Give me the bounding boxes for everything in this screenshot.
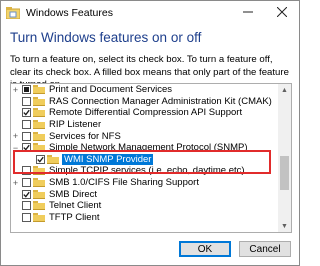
- collapse-icon[interactable]: −: [11, 143, 20, 153]
- close-icon: [276, 6, 288, 20]
- folder-icon: [33, 120, 45, 130]
- feature-label: Telnet Client: [49, 200, 102, 212]
- feature-child-row[interactable]: WMI SNMP Provider: [11, 153, 278, 166]
- page-heading: Turn Windows features on or off: [10, 30, 202, 45]
- feature-checkbox[interactable]: [22, 85, 31, 95]
- folder-icon: [33, 201, 45, 211]
- feature-label: SMB 1.0/CIFS File Sharing Support: [49, 177, 199, 189]
- folder-icon: [33, 131, 45, 141]
- ok-button[interactable]: OK: [179, 241, 231, 257]
- feature-row[interactable]: − Simple Network Management Protocol (SNM…: [11, 142, 278, 154]
- feature-label: Services for NFS: [49, 130, 121, 142]
- feature-checkbox[interactable]: [22, 178, 31, 188]
- minimize-button[interactable]: [231, 1, 265, 25]
- feature-label: WMI SNMP Provider: [62, 153, 154, 165]
- features-tree[interactable]: + Print and Document Services RAS Connecti…: [10, 83, 292, 233]
- folder-icon: [33, 85, 45, 95]
- feature-checkbox[interactable]: [36, 154, 45, 164]
- feature-label: Simple Network Management Protocol (SNMP…: [49, 142, 248, 154]
- feature-row[interactable]: TFTP Client: [11, 212, 278, 224]
- folder-icon: [33, 189, 45, 199]
- windows-features-dialog: Windows Features Turn Windows features o…: [0, 0, 300, 266]
- folder-icon: [33, 143, 45, 153]
- feature-row[interactable]: + Print and Document Services: [11, 84, 278, 96]
- feature-label: TFTP Client: [49, 211, 100, 223]
- feature-row[interactable]: SMB Direct: [11, 188, 278, 200]
- scroll-down-arrow-icon[interactable]: ▼: [278, 220, 291, 232]
- feature-checkbox[interactable]: [22, 131, 31, 141]
- feature-checkbox[interactable]: [22, 96, 31, 106]
- window-title: Windows Features: [26, 7, 113, 19]
- feature-row[interactable]: + SMB 1.0/CIFS File Sharing Support: [11, 177, 278, 189]
- expand-icon[interactable]: +: [11, 85, 20, 95]
- folder-icon: [33, 212, 45, 222]
- feature-row[interactable]: RIP Listener: [11, 119, 278, 131]
- title-bar[interactable]: Windows Features: [1, 1, 299, 25]
- feature-checkbox[interactable]: [22, 166, 31, 176]
- window-controls: [231, 1, 299, 25]
- feature-label: Print and Document Services: [49, 84, 173, 96]
- features-list: + Print and Document Services RAS Connecti…: [11, 84, 278, 223]
- close-button[interactable]: [265, 1, 299, 25]
- feature-row[interactable]: Remote Differential Compression API Supp…: [11, 107, 278, 119]
- feature-checkbox[interactable]: [22, 120, 31, 130]
- cancel-button[interactable]: Cancel: [239, 241, 291, 257]
- scroll-up-arrow-icon[interactable]: ▲: [278, 84, 291, 96]
- feature-label: RIP Listener: [49, 119, 102, 131]
- folder-icon: [33, 96, 45, 106]
- expand-icon[interactable]: +: [11, 178, 20, 188]
- expand-icon[interactable]: +: [11, 131, 20, 141]
- feature-checkbox[interactable]: [22, 189, 31, 199]
- folder-icon: [33, 178, 45, 188]
- feature-label: Simple TCPIP services (i.e. echo, daytim…: [49, 165, 245, 177]
- feature-checkbox[interactable]: [22, 108, 31, 118]
- feature-label: SMB Direct: [49, 188, 98, 200]
- feature-checkbox[interactable]: [22, 143, 31, 153]
- feature-label: RAS Connection Manager Administration Ki…: [49, 95, 272, 107]
- feature-row[interactable]: Simple TCPIP services (i.e. echo, daytim…: [11, 165, 278, 177]
- feature-row[interactable]: Telnet Client: [11, 200, 278, 212]
- feature-row[interactable]: + Services for NFS: [11, 130, 278, 142]
- feature-label: Remote Differential Compression API Supp…: [49, 107, 243, 119]
- folder-icon: [33, 108, 45, 118]
- vertical-scrollbar[interactable]: ▲ ▼: [278, 84, 291, 232]
- feature-checkbox[interactable]: [22, 212, 31, 222]
- minimize-icon: [243, 7, 253, 20]
- windows-features-icon: [6, 7, 20, 19]
- folder-icon: [33, 166, 45, 176]
- scroll-thumb[interactable]: [280, 156, 289, 190]
- feature-row[interactable]: RAS Connection Manager Administration Ki…: [11, 96, 278, 108]
- folder-icon: [47, 154, 59, 164]
- feature-checkbox[interactable]: [22, 201, 31, 211]
